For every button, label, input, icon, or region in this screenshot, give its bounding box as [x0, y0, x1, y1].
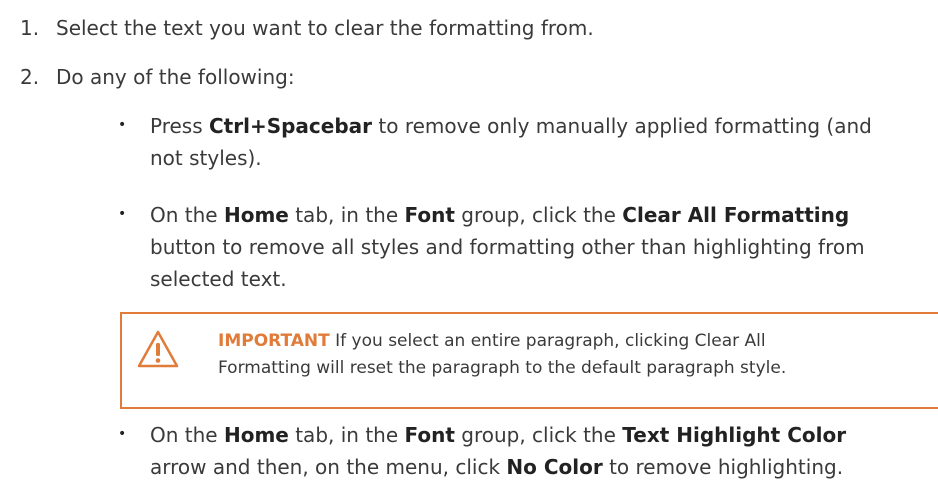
step-number: 2. — [20, 65, 40, 89]
text-run: group, click the — [454, 423, 623, 447]
text-run: selected text. — [150, 267, 287, 291]
bullet-marker: • — [118, 206, 127, 222]
bullet-item-highlight-color: On the Home tab, in the Font group, clic… — [150, 419, 920, 483]
step-text: Select the text you want to clear the fo… — [56, 16, 594, 40]
bold-term: Clear All Formatting — [622, 203, 850, 227]
bold-term: Text Highlight Color — [622, 423, 847, 447]
bullet-marker: • — [118, 117, 127, 133]
text-run: tab, in the — [288, 203, 405, 227]
callout-line-2: Formatting will reset the paragraph to t… — [218, 358, 787, 378]
callout-text-1: If you select an entire paragraph, click… — [329, 331, 766, 351]
bullet-marker: • — [118, 426, 127, 442]
text-run: Press — [150, 114, 209, 138]
callout-label: IMPORTANT — [218, 331, 330, 351]
bullet-line: On the Home tab, in the Font group, clic… — [150, 419, 920, 451]
bold-term: No Color — [506, 455, 603, 479]
bullet-item-clear-all-formatting: On the Home tab, in the Font group, clic… — [150, 199, 920, 295]
text-run: not styles). — [150, 146, 262, 170]
bullet-line: Press Ctrl+Spacebar to remove only manua… — [150, 110, 920, 142]
text-run: On the — [150, 203, 224, 227]
text-run: to remove highlighting. — [602, 455, 844, 479]
bullet-line: arrow and then, on the menu, click No Co… — [150, 451, 920, 483]
bullet-line: button to remove all styles and formatti… — [150, 231, 920, 263]
warning-icon — [137, 330, 179, 368]
text-run: tab, in the — [288, 423, 405, 447]
callout-text: IMPORTANT If you select an entire paragr… — [218, 328, 786, 382]
bullet-line: selected text. — [150, 263, 920, 295]
step-number: 1. — [20, 16, 40, 40]
bullet-item-ctrl-spacebar: Press Ctrl+Spacebar to remove only manua… — [150, 110, 920, 174]
step-text: Do any of the following: — [56, 65, 295, 89]
bullet-line: not styles). — [150, 142, 920, 174]
text-run: On the — [150, 423, 224, 447]
bold-term: Home — [223, 203, 289, 227]
bold-term: Home — [223, 423, 289, 447]
bold-term: Font — [404, 203, 455, 227]
text-run: arrow and then, on the menu, click — [150, 455, 507, 479]
bold-term: Ctrl+Spacebar — [209, 114, 373, 138]
text-run: group, click the — [454, 203, 623, 227]
text-run: to remove only manually applied formatti… — [372, 114, 872, 138]
important-callout: IMPORTANT If you select an entire paragr… — [120, 312, 938, 409]
bold-term: Font — [404, 423, 455, 447]
callout-line-1: IMPORTANT If you select an entire paragr… — [218, 328, 786, 355]
bullet-line: On the Home tab, in the Font group, clic… — [150, 199, 920, 231]
text-run: button to remove all styles and formatti… — [150, 235, 865, 259]
